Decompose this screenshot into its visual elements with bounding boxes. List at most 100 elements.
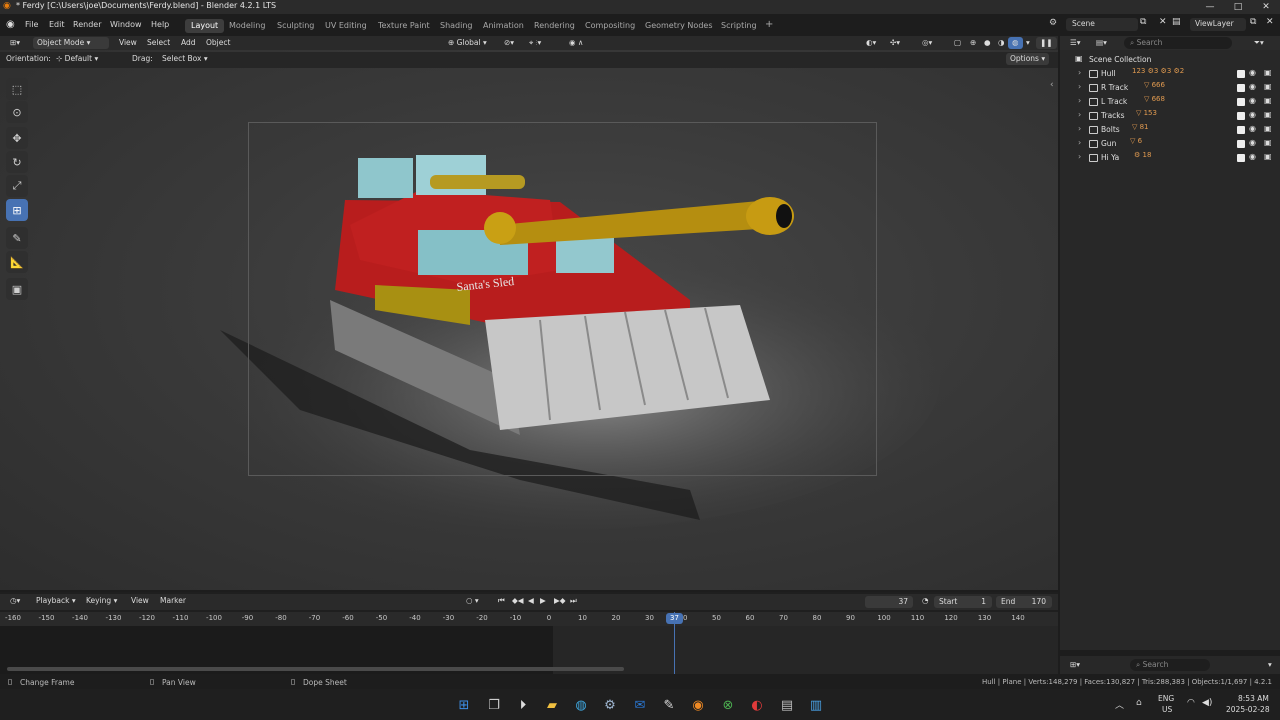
maximize-button[interactable]: □ [1224,0,1252,14]
close-button[interactable]: ✕ [1252,0,1280,14]
menu-playback[interactable]: Playback ▾ [32,595,80,607]
scale-icon[interactable]: ⤢ [6,175,28,197]
tool-app-icon[interactable]: ✎ [660,696,678,714]
timeline-scrollbar[interactable] [7,667,624,671]
properties-editor-icon[interactable]: ⊞▾ [1066,659,1084,671]
properties-options-icon[interactable]: ▾ [1264,659,1276,671]
pause-render-icon[interactable]: ❚❚ [1036,37,1057,49]
menu-marker[interactable]: Marker [156,595,190,607]
overlay-icon[interactable]: ◎▾ [918,37,936,49]
snap-icon[interactable]: ⌖ ⫶▾ [525,37,545,49]
scene-collection-row[interactable]: ▣ Scene Collection [1072,53,1280,67]
pivot-icon[interactable]: ⊘▾ [500,37,518,49]
shading-wireframe-icon[interactable]: ⊕ [966,37,980,49]
tab-geometry-nodes[interactable]: Geometry Nodes [639,19,718,33]
task-view-icon[interactable]: ❐ [485,696,503,714]
options-dropdown[interactable]: Options ▾ [1006,53,1050,65]
timeline-editor-icon[interactable]: ◷▾ [6,595,24,607]
clock-date[interactable]: 2025-02-28 [1226,705,1270,714]
orientation-selector[interactable]: ⊹ Default ▾ [52,53,122,65]
notepad-icon[interactable]: ▥ [807,696,825,714]
menu-file[interactable]: File [25,20,38,29]
outliner-item-l-track[interactable]: › L Track ▽ 668 ◉ ▣ [1072,95,1280,109]
exclude-checkbox[interactable] [1237,126,1245,134]
exclude-checkbox[interactable] [1237,154,1245,162]
scene-selector[interactable]: Scene [1066,18,1138,31]
eye-icon[interactable]: ◉ [1249,68,1256,77]
menu-render[interactable]: Render [73,20,101,29]
start-icon[interactable]: ⊞ [455,696,473,714]
expand-icon[interactable]: › [1078,124,1081,133]
playhead-frame[interactable]: 37 [666,613,683,624]
expand-icon[interactable]: › [1078,110,1081,119]
play-icon[interactable]: ▶ [536,595,550,607]
move-icon[interactable]: ✥ [6,127,28,149]
add-workspace-button[interactable]: + [759,17,779,31]
eye-icon[interactable]: ◉ [1249,152,1256,161]
delete-viewlayer-icon[interactable]: ✕ [1266,17,1274,27]
expand-icon[interactable]: › [1078,152,1081,161]
media-player-icon[interactable]: ⏵ [514,696,532,714]
tab-animation[interactable]: Animation [477,19,530,33]
exclude-checkbox[interactable] [1237,70,1245,78]
end-frame-field[interactable]: End 170 [996,596,1052,608]
tab-shading[interactable]: Shading [434,19,479,33]
frame-ruler[interactable]: -160 -150 -140 -130 -120 -110 -100 -90 -80 -70 -60… [0,612,1058,626]
outliner-item-gun[interactable]: › Gun ▽ 6 ◉ ▣ [1072,137,1280,151]
transform-icon[interactable]: ⊞ [6,199,28,221]
outliner-item-bolts[interactable]: › Bolts ▽ 81 ◉ ▣ [1072,123,1280,137]
menu-view[interactable]: View [115,37,141,49]
blender-menu-icon[interactable]: ◉ [6,19,15,30]
outliner-editor-icon[interactable]: ☰▾ [1066,37,1085,49]
outlook-icon[interactable]: ✉ [631,696,649,714]
tab-compositing[interactable]: Compositing [579,19,641,33]
outliner-item-tracks[interactable]: › Tracks ▽ 153 ◉ ▣ [1072,109,1280,123]
settings-icon[interactable]: ⚙ [601,696,619,714]
minimize-button[interactable]: — [1196,0,1224,14]
edge-icon[interactable]: ◍ [572,696,590,714]
new-viewlayer-icon[interactable]: ⧉ [1250,17,1256,27]
language-indicator[interactable]: ENG [1158,694,1174,703]
shading-options-icon[interactable]: ▾ [1022,37,1034,49]
eye-icon[interactable]: ◉ [1249,82,1256,91]
app-red-icon[interactable]: ◐ [748,696,766,714]
outliner-item-hull[interactable]: › Hull 123 ⚙3 ⚙3 ⚙2 ◉ ▣ [1072,67,1280,81]
shading-material-icon[interactable]: ◑ [994,37,1009,49]
wifi-icon[interactable]: ◠ [1187,698,1195,708]
filter-icon[interactable]: ⏷▾ [1250,37,1268,49]
clock-time[interactable]: 8:53 AM [1238,694,1269,703]
proportional-edit-icon[interactable]: ◉ ∧ [565,37,587,49]
properties-search-input[interactable]: ⌕ Search [1130,659,1210,671]
xray-icon[interactable]: ▢ [950,37,965,49]
eye-icon[interactable]: ◉ [1249,96,1256,105]
camera-icon[interactable]: ▣ [1264,68,1272,77]
tab-scripting[interactable]: Scripting [715,19,763,33]
sidebar-toggle-icon[interactable]: ‹ [1050,80,1054,90]
shading-rendered-icon[interactable]: ◍ [1008,37,1023,49]
tray-app-icon[interactable]: ⌂ [1136,698,1142,708]
transform-orientation[interactable]: ⊕ Global ▾ [444,37,491,49]
menu-select[interactable]: Select [143,37,174,49]
camera-icon[interactable]: ▣ [1264,138,1272,147]
visibility-icon[interactable]: ◐▾ [862,37,880,49]
rotate-icon[interactable]: ↻ [6,151,28,173]
outliner-item-r-track[interactable]: › R Track ▽ 666 ◉ ▣ [1072,81,1280,95]
tab-sculpting[interactable]: Sculpting [271,19,320,33]
outliner-item-hi-ya[interactable]: › Hi Ya ⚙ 18 ◉ ▣ [1072,151,1280,165]
photos-icon[interactable]: ▤ [778,696,796,714]
camera-icon[interactable]: ▣ [1264,152,1272,161]
menu-add[interactable]: Add [177,37,200,49]
stopwatch-icon[interactable]: ◔ [918,595,933,607]
current-frame-field[interactable]: 37 [865,596,913,608]
jump-start-icon[interactable]: ⏮ [494,595,509,607]
gizmo-icon[interactable]: ✣▾ [886,37,904,49]
drag-selector[interactable]: Select Box ▾ [158,53,212,65]
shading-solid-icon[interactable]: ● [980,37,995,49]
blender-taskbar-icon[interactable]: ◉ [689,696,707,714]
tab-uv-editing[interactable]: UV Editing [319,19,373,33]
mode-selector[interactable]: Object Mode ▾ [33,37,109,49]
exclude-checkbox[interactable] [1237,112,1245,120]
camera-icon[interactable]: ▣ [1264,82,1272,91]
menu-timeline-view[interactable]: View [127,595,153,607]
menu-window[interactable]: Window [110,20,142,29]
